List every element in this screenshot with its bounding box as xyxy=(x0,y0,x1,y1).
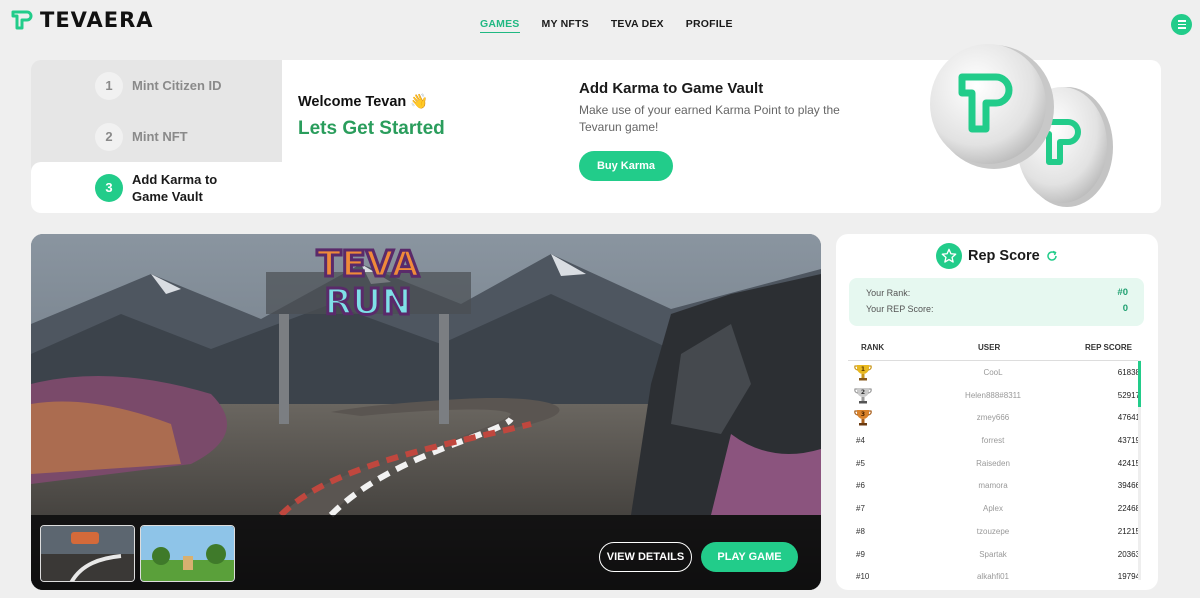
table-row[interactable]: 1 CooL 61838 xyxy=(848,361,1140,384)
row-user: zmey666 xyxy=(976,413,1010,423)
welcome-subtitle: Lets Get Started xyxy=(298,118,445,139)
step-label: Add Karma to Game Vault xyxy=(132,171,218,204)
step-mint-citizen-id[interactable]: 1 Mint Citizen ID xyxy=(31,60,282,111)
step-number: 1 xyxy=(95,71,123,100)
thumbnail-gameplay[interactable] xyxy=(140,525,235,582)
menu-icon xyxy=(1177,20,1186,22)
welcome-greeting: Welcome Tevan 👋 xyxy=(298,94,429,110)
game-banner: TEVA RUN VIEW DETAILS PLAY GAME xyxy=(31,234,821,590)
rep-score-header: Rep Score xyxy=(936,243,1058,269)
rep-score-title: Rep Score xyxy=(968,248,1040,264)
game-logo-line2: RUN xyxy=(324,282,411,323)
table-row[interactable]: #7 Aplex 22468 xyxy=(848,497,1140,520)
tevaera-logo[interactable]: TEVAERA xyxy=(10,8,154,32)
row-user: tzouzepe xyxy=(976,526,1010,536)
your-rank-value: #0 xyxy=(1117,287,1128,298)
thumbnail-track[interactable] xyxy=(40,525,135,582)
row-user: CooL xyxy=(983,368,1003,377)
row-user: Aplex xyxy=(982,504,1003,514)
onboarding-steps: 1 Mint Citizen ID 2 Mint NFT 3 Add Karma… xyxy=(31,60,282,213)
row-user: forrest xyxy=(981,436,1005,446)
step-label: Mint NFT xyxy=(132,129,188,144)
logo-text: TEVAERA xyxy=(40,8,154,32)
star-icon xyxy=(936,243,962,269)
row-score: 39466 xyxy=(1117,481,1140,491)
row-user: Spartak xyxy=(979,549,1007,559)
thumbnail-image xyxy=(141,526,234,581)
row-score: 42415 xyxy=(1117,458,1140,468)
your-rep-score-value: 0 xyxy=(1122,303,1128,314)
row-user: Raiseden xyxy=(976,458,1010,468)
col-user: USER xyxy=(978,343,1001,352)
step-number: 3 xyxy=(95,173,123,202)
step-mint-nft[interactable]: 2 Mint NFT xyxy=(31,111,282,162)
nav-games[interactable]: GAMES xyxy=(480,18,520,33)
nav-my-nfts[interactable]: MY NFTS xyxy=(542,18,589,33)
buy-karma-button[interactable]: Buy Karma xyxy=(579,151,673,181)
your-rep-score-label: Your REP Score: xyxy=(866,304,934,314)
row-user: Helen888#8311 xyxy=(965,390,1021,400)
karma-title: Add Karma to Game Vault xyxy=(579,80,764,97)
row-user: alkahfi01 xyxy=(976,572,1010,582)
nav-teva-dex[interactable]: TEVA DEX xyxy=(611,18,664,33)
step-label: Mint Citizen ID xyxy=(132,78,222,93)
row-score: 61838 xyxy=(1117,368,1140,377)
col-rank: RANK xyxy=(861,343,885,352)
row-score: 52917 xyxy=(1117,390,1140,400)
col-rep-score: REP SCORE xyxy=(1085,343,1132,352)
row-score: 19794 xyxy=(1117,572,1140,582)
karma-coins-image xyxy=(930,44,1113,207)
your-rank-box: Your Rank: #0 Your REP Score: 0 xyxy=(849,278,1144,326)
game-logo-line1: TEVA xyxy=(317,244,420,285)
table-row[interactable]: #10 alkahfi01 19794 xyxy=(848,565,1140,588)
table-row[interactable]: #9 Spartak 20363 xyxy=(848,543,1140,566)
row-score: 21215 xyxy=(1117,526,1140,536)
leaderboard-table: 1 CooL 61838 2 Helen888#8311 52917 3 zme… xyxy=(848,360,1140,588)
row-score: 20363 xyxy=(1117,549,1140,559)
table-row[interactable]: #5 Raiseden 42415 xyxy=(848,452,1140,475)
table-row[interactable]: #6 mamora 39466 xyxy=(848,474,1140,497)
refresh-icon[interactable] xyxy=(1046,250,1058,262)
menu-button[interactable] xyxy=(1171,14,1192,35)
table-row[interactable]: #8 tzouzepe 21215 xyxy=(848,520,1140,543)
karma-description: Make use of your earned Karma Point to p… xyxy=(579,103,840,134)
row-user: mamora xyxy=(978,481,1008,491)
table-row[interactable]: 3 zmey666 47641 xyxy=(848,406,1140,429)
step-number: 2 xyxy=(95,122,123,151)
play-game-button[interactable]: PLAY GAME xyxy=(701,542,798,572)
table-row[interactable]: 2 Helen888#8311 52917 xyxy=(848,384,1140,407)
step-add-karma[interactable]: 3 Add Karma to Game Vault xyxy=(31,162,282,213)
row-score: 43719 xyxy=(1117,436,1140,446)
nav-profile[interactable]: PROFILE xyxy=(686,18,733,33)
rep-score-panel: Rep Score Your Rank: #0 Your REP Score: … xyxy=(836,234,1158,590)
tevaera-logo-icon xyxy=(11,10,33,30)
leaderboard-scroll-thumb[interactable] xyxy=(1138,361,1141,407)
welcome-card: Welcome Tevan 👋 Lets Get Started Add Kar… xyxy=(282,44,1161,213)
row-score: 47641 xyxy=(1117,413,1140,423)
table-row[interactable]: #4 forrest 43719 xyxy=(848,429,1140,452)
main-nav: GAMES MY NFTS TEVA DEX PROFILE xyxy=(480,18,755,33)
thumbnail-image xyxy=(41,526,134,581)
your-rank-label: Your Rank: xyxy=(866,288,911,298)
row-score: 22468 xyxy=(1117,504,1140,514)
view-details-button[interactable]: VIEW DETAILS xyxy=(599,542,692,572)
